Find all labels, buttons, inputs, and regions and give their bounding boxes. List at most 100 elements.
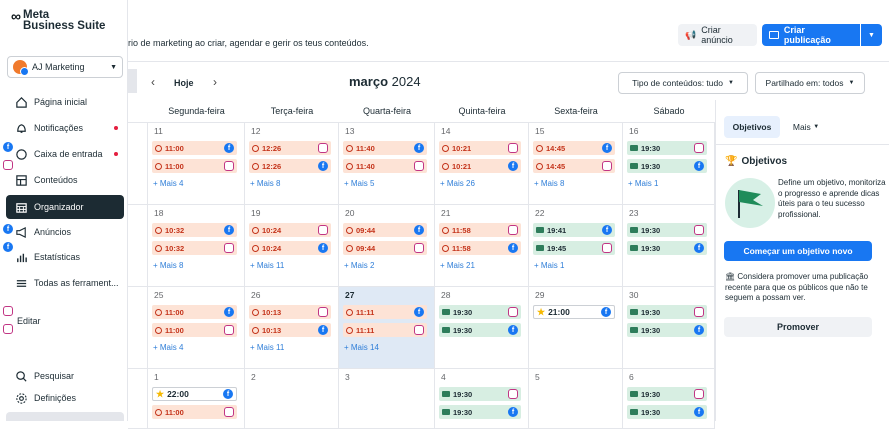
day-cell[interactable]: 30 19:30 19:30 f: [623, 287, 715, 369]
scheduled-post[interactable]: 11:11: [343, 323, 427, 337]
create-ad-button[interactable]: 📢 Criar anúncio: [678, 24, 757, 46]
day-cell[interactable]: 1 ★ 22:00 f 11:00: [148, 369, 245, 429]
prev-day-cell[interactable]: [128, 369, 148, 429]
day-cell[interactable]: 27 11:11 f 11:11 + Mais 14: [339, 287, 435, 369]
meta-logo[interactable]: ∞ Meta Business Suite: [11, 9, 105, 32]
day-cell[interactable]: 15 14:45 f 14:45 + Mais 8: [529, 123, 623, 205]
scheduled-post[interactable]: 11:00: [152, 323, 237, 337]
sidebar-item-insights[interactable]: Estatísticas: [0, 245, 126, 269]
day-cell[interactable]: 4 19:30 19:30 f: [435, 369, 529, 429]
scheduled-post[interactable]: 19:30 f: [627, 159, 707, 173]
scheduled-post[interactable]: 19:30: [627, 223, 707, 237]
day-cell[interactable]: 19 10:24 10:24 f + Mais 11: [245, 205, 339, 287]
promote-button[interactable]: Promover: [724, 317, 872, 337]
scheduled-post[interactable]: 10:21 f: [439, 159, 521, 173]
scheduled-post[interactable]: 11:40: [343, 159, 427, 173]
scheduled-post[interactable]: 11:00 f: [152, 141, 237, 155]
scheduled-post[interactable]: 19:30: [439, 305, 521, 319]
sidebar-item-home[interactable]: Página inicial: [0, 90, 126, 114]
scheduled-post[interactable]: 19:30: [627, 141, 707, 155]
tab-objectives[interactable]: Objetivos: [724, 116, 780, 138]
scheduled-post[interactable]: 19:30 f: [627, 323, 707, 337]
scheduled-post[interactable]: 19:30 f: [627, 241, 707, 255]
day-cell[interactable]: 20 09:44 f 09:44 + Mais 2: [339, 205, 435, 287]
content-type-filter[interactable]: Tipo de conteúdos: tudo ▼: [618, 72, 748, 94]
day-cell[interactable]: 23 19:30 19:30 f: [623, 205, 715, 287]
sidebar-item-planner[interactable]: Organizador: [6, 195, 124, 219]
scheduled-post[interactable]: 10:21: [439, 141, 521, 155]
scheduled-post[interactable]: 11:00 f: [152, 305, 237, 319]
scheduled-post[interactable]: 14:45: [533, 159, 615, 173]
scheduled-post[interactable]: ★ 21:00 f: [533, 305, 615, 319]
scheduled-post[interactable]: 14:45 f: [533, 141, 615, 155]
scheduled-post[interactable]: 11:00: [152, 159, 237, 173]
day-cell[interactable]: 3: [339, 369, 435, 429]
day-cell[interactable]: 22 19:41 f 19:45 + Mais 1: [529, 205, 623, 287]
more-posts-link[interactable]: + Mais 8: [534, 179, 564, 188]
scheduled-post[interactable]: 19:30 f: [439, 405, 521, 419]
prev-day-cell[interactable]: [128, 205, 148, 287]
scheduled-post[interactable]: 09:44 f: [343, 223, 427, 237]
more-posts-link[interactable]: + Mais 21: [440, 261, 475, 270]
day-cell[interactable]: 5: [529, 369, 623, 429]
scheduled-post[interactable]: 19:30: [627, 387, 707, 401]
more-posts-link[interactable]: + Mais 8: [153, 261, 183, 270]
day-cell[interactable]: 16 19:30 19:30 f + Mais 1: [623, 123, 715, 205]
scheduled-post[interactable]: ★ 22:00 f: [152, 387, 237, 401]
more-posts-link[interactable]: + Mais 8: [250, 179, 280, 188]
scheduled-post[interactable]: 11:58 f: [439, 241, 521, 255]
day-cell[interactable]: 14 10:21 10:21 f + Mais 26: [435, 123, 529, 205]
scheduled-post[interactable]: 10:13: [249, 305, 331, 319]
create-post-button[interactable]: Criar publicação: [762, 24, 860, 46]
day-cell[interactable]: 11 11:00 f 11:00 + Mais 4: [148, 123, 245, 205]
chevron-left-icon[interactable]: ‹: [151, 75, 155, 89]
scheduled-post[interactable]: 19:30: [627, 305, 707, 319]
scheduled-post[interactable]: 10:32 f: [152, 223, 237, 237]
scheduled-post[interactable]: 10:13 f: [249, 323, 331, 337]
create-post-dropdown[interactable]: ▼: [861, 24, 882, 46]
scheduled-post[interactable]: 11:58: [439, 223, 521, 237]
more-posts-link[interactable]: + Mais 4: [153, 343, 183, 352]
more-posts-link[interactable]: + Mais 11: [250, 261, 284, 270]
day-cell[interactable]: 12 12:26 12:26 f + Mais 8: [245, 123, 339, 205]
day-cell[interactable]: 29 ★ 21:00 f: [529, 287, 623, 369]
scheduled-post[interactable]: 19:30 f: [627, 405, 707, 419]
more-posts-link[interactable]: + Mais 4: [153, 179, 183, 188]
more-posts-link[interactable]: + Mais 11: [250, 343, 284, 352]
today-button[interactable]: Hoje: [174, 78, 194, 88]
day-cell[interactable]: 18 10:32 f 10:32 + Mais 8: [148, 205, 245, 287]
scheduled-post[interactable]: 12:26: [249, 141, 331, 155]
sidebar-item-all-tools[interactable]: Todas as ferrament...: [0, 271, 126, 295]
account-switcher[interactable]: AJ Marketing ▼: [7, 56, 123, 78]
scheduled-post[interactable]: 09:44: [343, 241, 427, 255]
sidebar-item-settings[interactable]: Definições: [0, 386, 126, 410]
scheduled-post[interactable]: 10:24: [249, 223, 331, 237]
scheduled-post[interactable]: 11:11 f: [343, 305, 427, 319]
start-objective-button[interactable]: Começar um objetivo novo: [724, 241, 872, 261]
scheduled-post[interactable]: 10:32: [152, 241, 237, 255]
tab-more[interactable]: Mais ▼: [786, 116, 826, 138]
sidebar-item-notifications[interactable]: Notificações: [0, 116, 126, 140]
scheduled-post[interactable]: 19:45: [533, 241, 615, 255]
sidebar-footer-item[interactable]: [6, 412, 124, 421]
scheduled-post[interactable]: 10:24 f: [249, 241, 331, 255]
scheduled-post[interactable]: 19:30 f: [439, 323, 521, 337]
sidebar-item-ads[interactable]: Anúncios: [0, 220, 126, 244]
day-cell[interactable]: 28 19:30 19:30 f: [435, 287, 529, 369]
prev-day-cell[interactable]: [128, 287, 148, 369]
more-posts-link[interactable]: + Mais 14: [344, 343, 379, 352]
sidebar-item-content[interactable]: Conteúdos: [0, 168, 126, 192]
sidebar-item-inbox[interactable]: Caixa de entrada: [0, 142, 126, 166]
day-cell[interactable]: 13 11:40 f 11:40 + Mais 5: [339, 123, 435, 205]
more-posts-link[interactable]: + Mais 26: [440, 179, 475, 188]
day-cell[interactable]: 21 11:58 11:58 f + Mais 21: [435, 205, 529, 287]
scheduled-post[interactable]: 11:40 f: [343, 141, 427, 155]
day-cell[interactable]: 26 10:13 10:13 f + Mais 11: [245, 287, 339, 369]
sidebar-item-search[interactable]: Pesquisar: [0, 364, 126, 388]
chevron-right-icon[interactable]: ›: [213, 75, 217, 89]
scheduled-post[interactable]: 12:26 f: [249, 159, 331, 173]
more-posts-link[interactable]: + Mais 1: [534, 261, 564, 270]
scheduled-post[interactable]: 19:41 f: [533, 223, 615, 237]
day-cell[interactable]: 2: [245, 369, 339, 429]
day-cell[interactable]: 25 11:00 f 11:00 + Mais 4: [148, 287, 245, 369]
